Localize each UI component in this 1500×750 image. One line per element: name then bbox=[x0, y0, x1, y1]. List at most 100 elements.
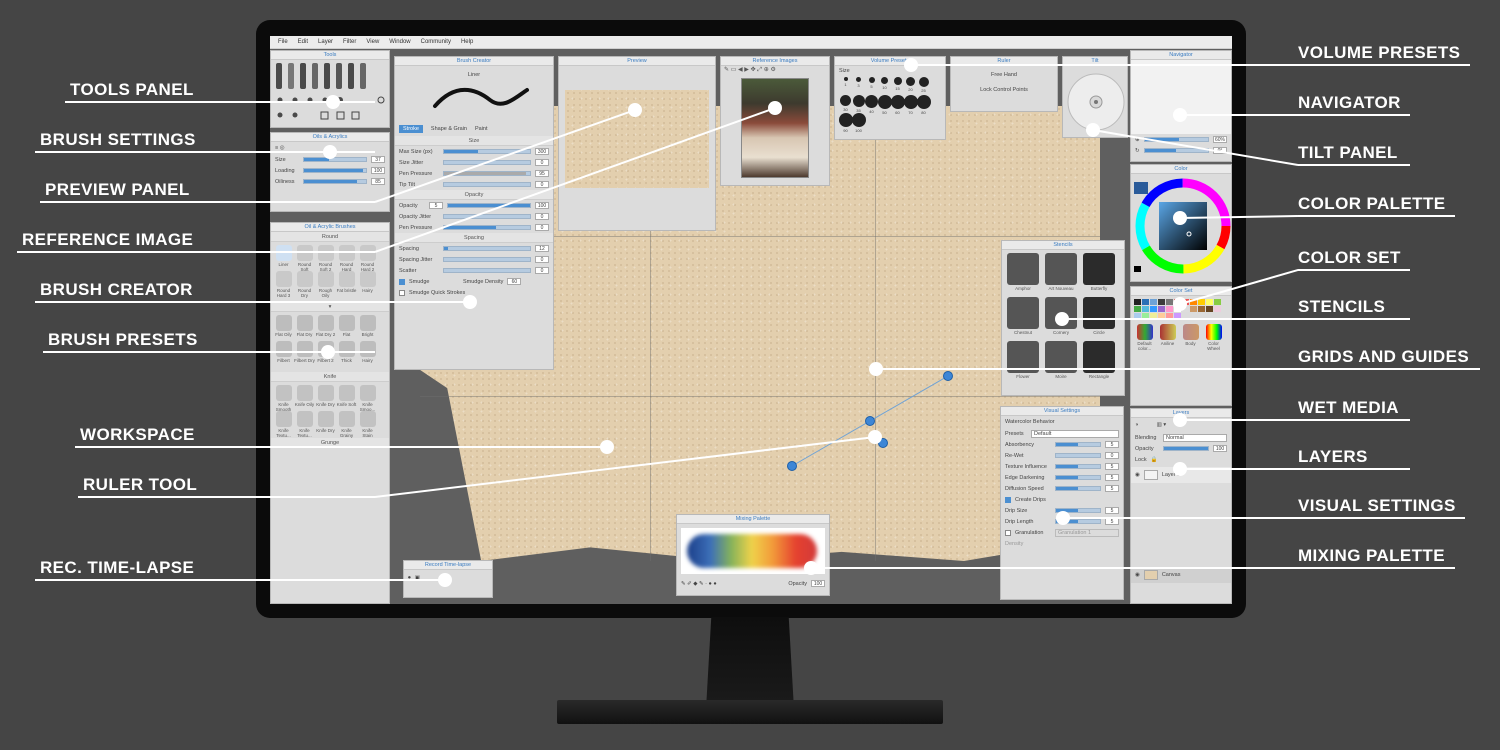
group-flat-header[interactable]: ▾ bbox=[271, 302, 389, 312]
visual-row-value[interactable]: 5 bbox=[1105, 463, 1119, 470]
brush-preset-knife-7[interactable]: Knife Dry bbox=[315, 410, 336, 436]
spacing-value[interactable]: 12 bbox=[535, 245, 549, 252]
brush-preset-round-0[interactable]: Liner bbox=[273, 244, 294, 270]
color-set-body[interactable]: Body bbox=[1180, 323, 1201, 349]
scatter-value[interactable]: 0 bbox=[535, 267, 549, 274]
lock-icon[interactable]: 🔒 bbox=[1151, 457, 1158, 463]
mix-opacity-value[interactable]: 100 bbox=[811, 580, 825, 587]
brush-preset-knife-3[interactable]: Knife Soft bbox=[336, 384, 357, 410]
color-set-color-wheel[interactable]: Color Wheel bbox=[1203, 323, 1224, 351]
reference-toolbar[interactable]: ✎ ▭ ◀ ▶ ✥ ⤢ ⊕ ⚙ bbox=[721, 66, 829, 76]
color-swatch[interactable] bbox=[1206, 306, 1213, 312]
color-swatch[interactable] bbox=[1190, 306, 1197, 312]
group-knife[interactable]: Knife bbox=[271, 372, 389, 382]
brush-preset-knife-0[interactable]: Knife Smooth bbox=[273, 384, 294, 412]
color-swatch[interactable] bbox=[1142, 299, 1149, 305]
tool-icons[interactable] bbox=[271, 60, 389, 126]
volume-preset-7[interactable]: 30 bbox=[839, 94, 852, 112]
color-swatch[interactable] bbox=[1158, 299, 1165, 305]
menu-file[interactable]: File bbox=[278, 39, 288, 45]
visual-row-value[interactable]: 5 bbox=[1105, 441, 1119, 448]
brush-preset-knife-4[interactable]: Knife Smoo... bbox=[357, 384, 378, 412]
stencil-8[interactable]: Rectangle bbox=[1080, 340, 1118, 384]
blending-select[interactable]: Normal bbox=[1163, 433, 1227, 442]
brush-preset-round-6[interactable]: Round Dry bbox=[294, 270, 315, 298]
watercolor-behavior[interactable]: Watercolor Behavior bbox=[1005, 419, 1055, 425]
volume-preset-15[interactable]: 100 bbox=[852, 112, 866, 133]
color-swatch[interactable] bbox=[1198, 306, 1205, 312]
visual-row-value[interactable]: 0 bbox=[1105, 452, 1119, 459]
brush-preset-knife-9[interactable]: Knife Stain bbox=[357, 410, 378, 438]
brush-preset-flat-5[interactable]: Filbert bbox=[273, 340, 294, 366]
zoom-value[interactable]: 60% bbox=[1213, 136, 1227, 143]
menu-filter[interactable]: Filter bbox=[343, 39, 356, 45]
brush-preset-flat-0[interactable]: Flat Oily bbox=[273, 314, 294, 340]
presets-select[interactable]: Default bbox=[1031, 429, 1119, 438]
oiliness-value[interactable]: 85 bbox=[371, 178, 385, 185]
color-swatch[interactable] bbox=[1150, 299, 1157, 305]
menu-layer[interactable]: Layer bbox=[318, 39, 333, 45]
brush-preset-round-2[interactable]: Round Soft 2 bbox=[315, 244, 336, 272]
stencil-0[interactable]: Amphor bbox=[1004, 252, 1042, 296]
size-jitter-value[interactable]: 0 bbox=[535, 159, 549, 166]
ruler-lock-points[interactable]: Lock Control Points bbox=[951, 87, 1057, 93]
tip-tilt-slider[interactable] bbox=[443, 182, 531, 187]
size-slider[interactable] bbox=[303, 157, 367, 162]
color-swatch[interactable] bbox=[1166, 306, 1173, 312]
brush-preset-knife-1[interactable]: Knife Oily bbox=[294, 384, 315, 410]
color-swatch[interactable] bbox=[1206, 299, 1213, 305]
brush-preset-flat-2[interactable]: Flat Dry 2 bbox=[315, 314, 336, 340]
tab-stroke[interactable]: Stroke bbox=[399, 125, 423, 133]
volume-preset-13[interactable]: 80 bbox=[917, 94, 931, 115]
stencil-7[interactable]: Moire bbox=[1042, 340, 1080, 384]
spacing-jitter-slider[interactable] bbox=[443, 257, 531, 262]
opacity-pressure-value[interactable]: 0 bbox=[535, 224, 549, 231]
volume-preset-1[interactable]: 3 bbox=[852, 76, 865, 94]
brush-preset-flat-9[interactable]: Hairy bbox=[357, 340, 378, 366]
brush-preset-knife-6[interactable]: Knife Textu... bbox=[294, 410, 315, 438]
brush-preset-round-7[interactable]: Rough Oily bbox=[315, 270, 336, 298]
color-swatch[interactable] bbox=[1198, 299, 1205, 305]
layer-opacity-slider[interactable] bbox=[1163, 446, 1209, 451]
group-round[interactable]: Round bbox=[271, 232, 389, 242]
menu-window[interactable]: Window bbox=[389, 39, 410, 45]
volume-preset-8[interactable]: 35 bbox=[852, 94, 865, 113]
color-set-aniline[interactable]: Aniline bbox=[1157, 323, 1178, 349]
volume-preset-10[interactable]: 50 bbox=[878, 94, 892, 115]
granulation-select[interactable]: Granulation 1 bbox=[1055, 528, 1119, 537]
oiliness-slider[interactable] bbox=[303, 179, 367, 184]
visual-row-value[interactable]: 5 bbox=[1105, 485, 1119, 492]
brush-preset-knife-8[interactable]: Knife Grainy bbox=[336, 410, 357, 438]
layer-visibility-icon[interactable]: ◉ bbox=[1135, 472, 1140, 478]
mix-tool-icons[interactable]: ✎ ✐ ◆ ✎ · ● ● bbox=[681, 581, 717, 587]
opacity-jitter-slider[interactable] bbox=[443, 214, 531, 219]
brush-preset-flat-4[interactable]: Bright bbox=[357, 314, 378, 340]
canvas-visibility-icon[interactable]: ◉ bbox=[1135, 572, 1140, 578]
color-swatch[interactable] bbox=[1214, 299, 1221, 305]
opacity-value[interactable]: 100 bbox=[535, 202, 549, 209]
canvas-layer-name[interactable]: Canvas bbox=[1162, 572, 1181, 578]
opacity-jitter-value[interactable]: 0 bbox=[535, 213, 549, 220]
spacing-slider[interactable] bbox=[443, 246, 531, 251]
menu-edit[interactable]: Edit bbox=[298, 39, 308, 45]
create-drips-checkbox[interactable] bbox=[1005, 496, 1011, 503]
loading-slider[interactable] bbox=[303, 168, 367, 173]
volume-preset-0[interactable]: 1 bbox=[839, 76, 852, 94]
menu-help[interactable]: Help bbox=[461, 39, 473, 45]
volume-preset-5[interactable]: 20 bbox=[904, 76, 917, 94]
max-size-value[interactable]: 300 bbox=[535, 148, 549, 155]
smudge-density-value[interactable]: 60 bbox=[507, 278, 522, 285]
brush-preset-round-9[interactable]: Hairy bbox=[357, 270, 378, 296]
tab-shape-grain[interactable]: Shape & Grain bbox=[431, 126, 467, 132]
color-swatch[interactable] bbox=[1166, 299, 1173, 305]
brush-preset-round-5[interactable]: Round Hard 3 bbox=[273, 270, 294, 298]
menu-community[interactable]: Community bbox=[421, 39, 451, 45]
volume-preset-9[interactable]: 40 bbox=[865, 94, 878, 114]
pen-pressure-value[interactable]: 95 bbox=[535, 170, 549, 177]
granulation-checkbox[interactable] bbox=[1005, 529, 1011, 536]
stencil-1[interactable]: Art Nouveau bbox=[1042, 252, 1080, 296]
scatter-slider[interactable] bbox=[443, 268, 531, 273]
brush-preset-round-8[interactable]: Fat bristle bbox=[336, 270, 357, 296]
brush-preset-flat-6[interactable]: Filbert Dry bbox=[294, 340, 315, 366]
color-set-default[interactable]: Default color... bbox=[1134, 323, 1155, 351]
